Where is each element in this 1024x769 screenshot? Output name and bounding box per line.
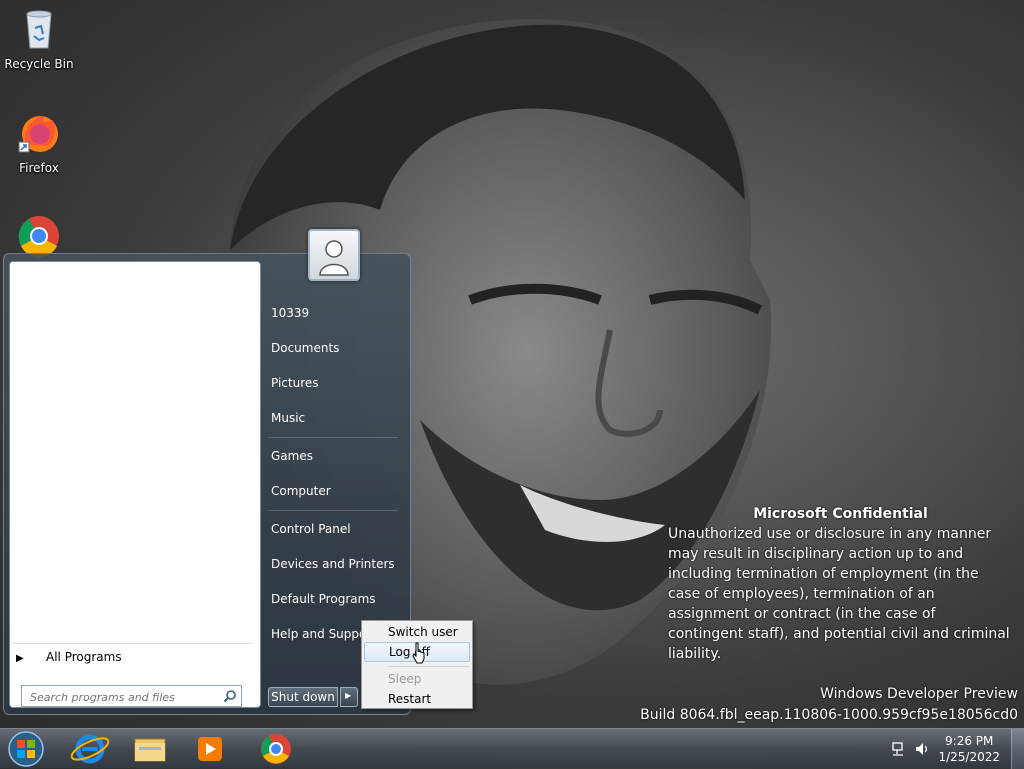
- build-string: Build 8064.fbl_eeap.110806-1000.959cf95e…: [640, 707, 1018, 723]
- search-input[interactable]: [28, 687, 222, 708]
- system-clock[interactable]: 9:26 PM 1/25/2022: [938, 733, 1000, 765]
- menu-item-switch-user[interactable]: Switch user: [364, 622, 470, 642]
- start-item-pictures[interactable]: Pictures: [271, 376, 319, 390]
- file-explorer-icon[interactable]: [124, 731, 176, 767]
- all-programs-separator: [12, 643, 252, 644]
- start-item-documents[interactable]: Documents: [271, 341, 339, 355]
- user-picture-icon[interactable]: [308, 229, 360, 281]
- chrome-taskbar-icon[interactable]: [250, 731, 302, 767]
- confidential-watermark: Microsoft Confidential Unauthorized use …: [668, 504, 1013, 664]
- volume-icon[interactable]: [914, 741, 930, 757]
- watermark-title: Microsoft Confidential: [753, 506, 928, 522]
- start-separator: [268, 437, 398, 438]
- all-programs-label: All Programs: [46, 650, 122, 664]
- shutdown-button[interactable]: Shut down: [268, 687, 338, 707]
- start-item-default-programs[interactable]: Default Programs: [271, 592, 376, 606]
- taskbar: 9:26 PM 1/25/2022: [0, 728, 1024, 769]
- desktop-icon-label: Firefox: [19, 161, 59, 175]
- desktop-icon-firefox[interactable]: Firefox: [1, 110, 77, 175]
- start-item-music[interactable]: Music: [271, 411, 305, 425]
- start-separator: [268, 510, 398, 511]
- menu-item-restart[interactable]: Restart: [364, 689, 470, 709]
- start-search-box[interactable]: [21, 685, 242, 708]
- search-icon[interactable]: [223, 689, 237, 703]
- clock-date: 1/25/2022: [938, 750, 1000, 764]
- start-menu-programs-pane: [9, 261, 261, 708]
- start-item-user[interactable]: 10339: [271, 306, 309, 320]
- triangle-right-icon: ▶: [16, 653, 24, 664]
- firefox-icon: [18, 116, 58, 153]
- all-programs-button[interactable]: ▶ All Programs: [16, 650, 122, 664]
- watermark-body: Unauthorized use or disclosure in any ma…: [668, 526, 1010, 662]
- network-icon[interactable]: [891, 741, 907, 757]
- start-orb-icon[interactable]: [0, 731, 52, 767]
- start-item-computer[interactable]: Computer: [271, 484, 331, 498]
- menu-separator: [388, 666, 470, 667]
- desktop-icon-recycle-bin[interactable]: Recycle Bin: [1, 6, 77, 71]
- mouse-cursor-icon: [412, 642, 425, 664]
- chevron-right-icon: ▶: [345, 691, 352, 700]
- start-item-devices-printers[interactable]: Devices and Printers: [271, 557, 395, 571]
- product-name: Windows Developer Preview: [820, 686, 1018, 702]
- start-menu: [3, 253, 411, 715]
- power-options-menu: Switch user Log off Sleep Restart: [361, 620, 473, 709]
- clock-time: 9:26 PM: [945, 734, 994, 748]
- menu-item-sleep: Sleep: [388, 672, 422, 686]
- chrome-icon: [18, 216, 59, 258]
- start-item-games[interactable]: Games: [271, 449, 313, 463]
- shutdown-options-button[interactable]: ▶: [340, 687, 358, 707]
- start-item-control-panel[interactable]: Control Panel: [271, 522, 351, 536]
- internet-explorer-icon[interactable]: [64, 731, 116, 767]
- recycle-bin-icon: [26, 10, 52, 49]
- show-desktop-button[interactable]: [1011, 729, 1024, 769]
- build-watermark: Windows Developer Preview Build 8064.fbl…: [640, 684, 1018, 726]
- media-player-icon[interactable]: [184, 731, 236, 767]
- desktop-icon-label: Recycle Bin: [4, 57, 74, 71]
